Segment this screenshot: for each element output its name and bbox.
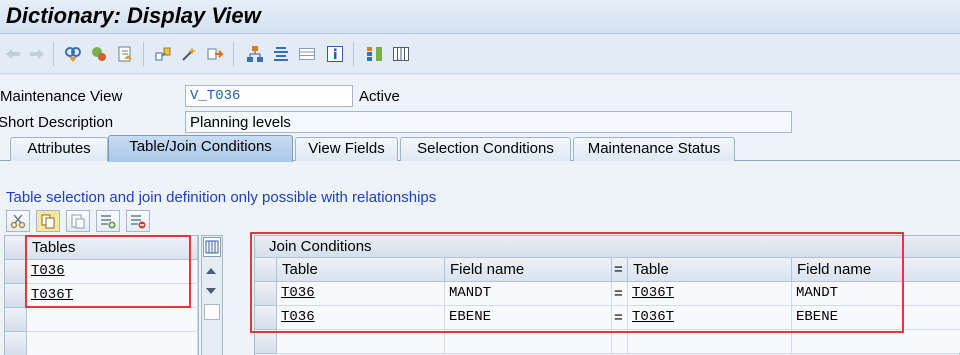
back-arrow-icon[interactable] bbox=[2, 43, 24, 65]
join-field-2-cell[interactable]: MANDT bbox=[792, 282, 960, 306]
scroll-up-icon[interactable] bbox=[206, 268, 216, 274]
hierarchy-icon[interactable] bbox=[244, 43, 266, 65]
tab-view-fields[interactable]: View Fields bbox=[295, 137, 398, 161]
where-used-icon[interactable] bbox=[152, 43, 174, 65]
table-view-icon[interactable] bbox=[296, 43, 318, 65]
join-field-2-cell[interactable]: EBENE bbox=[792, 306, 960, 330]
row-selector[interactable] bbox=[5, 284, 27, 308]
row-selector[interactable] bbox=[255, 330, 277, 354]
paste-button[interactable] bbox=[66, 210, 90, 232]
join-table-2-cell[interactable]: T036T bbox=[628, 306, 792, 330]
copy-button[interactable] bbox=[36, 210, 60, 232]
scroll-down-icon[interactable] bbox=[206, 288, 216, 294]
join-empty-cell[interactable] bbox=[792, 330, 960, 354]
tables-row[interactable]: T036 bbox=[27, 260, 198, 284]
paste-icon bbox=[71, 214, 85, 229]
delete-row-button[interactable] bbox=[126, 210, 150, 232]
row-selector[interactable] bbox=[5, 308, 27, 332]
toolbar-separator bbox=[353, 42, 354, 66]
column-settings-icon[interactable] bbox=[203, 237, 221, 257]
tables-corner bbox=[5, 236, 27, 260]
column-icon[interactable] bbox=[364, 43, 386, 65]
columns-grid-icon[interactable] bbox=[390, 43, 412, 65]
row-selector[interactable] bbox=[255, 282, 277, 306]
tables-scrollbar[interactable] bbox=[201, 235, 223, 355]
application-toolbar bbox=[0, 34, 960, 74]
short-description-field[interactable]: Planning levels bbox=[185, 111, 792, 133]
row-selector[interactable] bbox=[5, 260, 27, 284]
relationship-hint: Table selection and join definition only… bbox=[6, 189, 437, 206]
join-conditions-title: Join Conditions bbox=[255, 236, 960, 258]
tab-table-join-conditions[interactable]: Table/Join Conditions bbox=[108, 135, 293, 162]
delete-row-icon bbox=[131, 215, 146, 229]
join-col-field-1: Field name bbox=[445, 258, 612, 282]
join-corner bbox=[255, 258, 277, 282]
join-field-1-cell[interactable]: MANDT bbox=[445, 282, 612, 306]
maintenance-view-field[interactable]: V_T036 bbox=[185, 85, 353, 107]
join-empty-cell[interactable] bbox=[277, 330, 445, 354]
row-selector[interactable] bbox=[255, 306, 277, 330]
display-object-list-icon[interactable] bbox=[270, 43, 292, 65]
join-empty-cell[interactable] bbox=[628, 330, 792, 354]
insert-row-icon bbox=[101, 215, 116, 229]
object-list-icon[interactable] bbox=[178, 43, 200, 65]
join-table-1-cell[interactable]: T036 bbox=[277, 306, 445, 330]
join-equals-cell: = bbox=[612, 306, 628, 330]
toolbar-separator bbox=[143, 42, 144, 66]
row-selector[interactable] bbox=[5, 332, 27, 355]
other-object-icon[interactable] bbox=[62, 43, 84, 65]
join-equals-cell: = bbox=[612, 282, 628, 306]
title-bar: Dictionary: Display View bbox=[0, 0, 960, 34]
tables-row[interactable] bbox=[27, 332, 198, 355]
tab-maintenance-status[interactable]: Maintenance Status bbox=[573, 137, 735, 161]
toolbar-separator bbox=[53, 42, 54, 66]
tab-strip: Attributes Table/Join Conditions View Fi… bbox=[0, 135, 960, 162]
join-col-table-1: Table bbox=[277, 258, 445, 282]
join-table-1-cell[interactable]: T036 bbox=[277, 282, 445, 306]
join-col-table-2: Table bbox=[628, 258, 792, 282]
navigation-window-icon[interactable] bbox=[204, 43, 226, 65]
info-icon[interactable] bbox=[324, 43, 346, 65]
join-field-1-cell[interactable]: EBENE bbox=[445, 306, 612, 330]
tables-header: Tables bbox=[27, 236, 198, 260]
activate-icon[interactable] bbox=[114, 43, 136, 65]
maintenance-view-label: Maintenance View bbox=[0, 88, 123, 105]
tab-attributes[interactable]: Attributes bbox=[10, 137, 108, 161]
tables-row[interactable] bbox=[27, 308, 198, 332]
join-empty-cell bbox=[612, 330, 628, 354]
forward-arrow-icon[interactable] bbox=[26, 43, 48, 65]
toolbar-separator bbox=[233, 42, 234, 66]
copy-icon bbox=[41, 214, 55, 229]
window-title: Dictionary: Display View bbox=[6, 3, 261, 28]
tables-grid: Tables T036 T036T bbox=[4, 235, 199, 355]
short-description-label: Short Description bbox=[0, 114, 114, 131]
scissors-icon bbox=[10, 214, 26, 229]
join-empty-cell[interactable] bbox=[445, 330, 612, 354]
display-change-icon[interactable] bbox=[88, 43, 110, 65]
status-text: Active bbox=[359, 88, 400, 105]
cut-button[interactable] bbox=[6, 210, 30, 232]
join-table-2-cell[interactable]: T036T bbox=[628, 282, 792, 306]
join-col-equals: = bbox=[612, 258, 628, 282]
tab-selection-conditions[interactable]: Selection Conditions bbox=[400, 137, 571, 161]
main-content: Maintenance View V_T036 Active Short Des… bbox=[0, 75, 960, 355]
scroll-thumb[interactable] bbox=[204, 304, 220, 320]
join-conditions-panel: Join Conditions Table Field name = Table… bbox=[254, 235, 960, 355]
join-col-field-2: Field name bbox=[792, 258, 960, 282]
tables-row[interactable]: T036T bbox=[27, 284, 198, 308]
insert-row-button[interactable] bbox=[96, 210, 120, 232]
